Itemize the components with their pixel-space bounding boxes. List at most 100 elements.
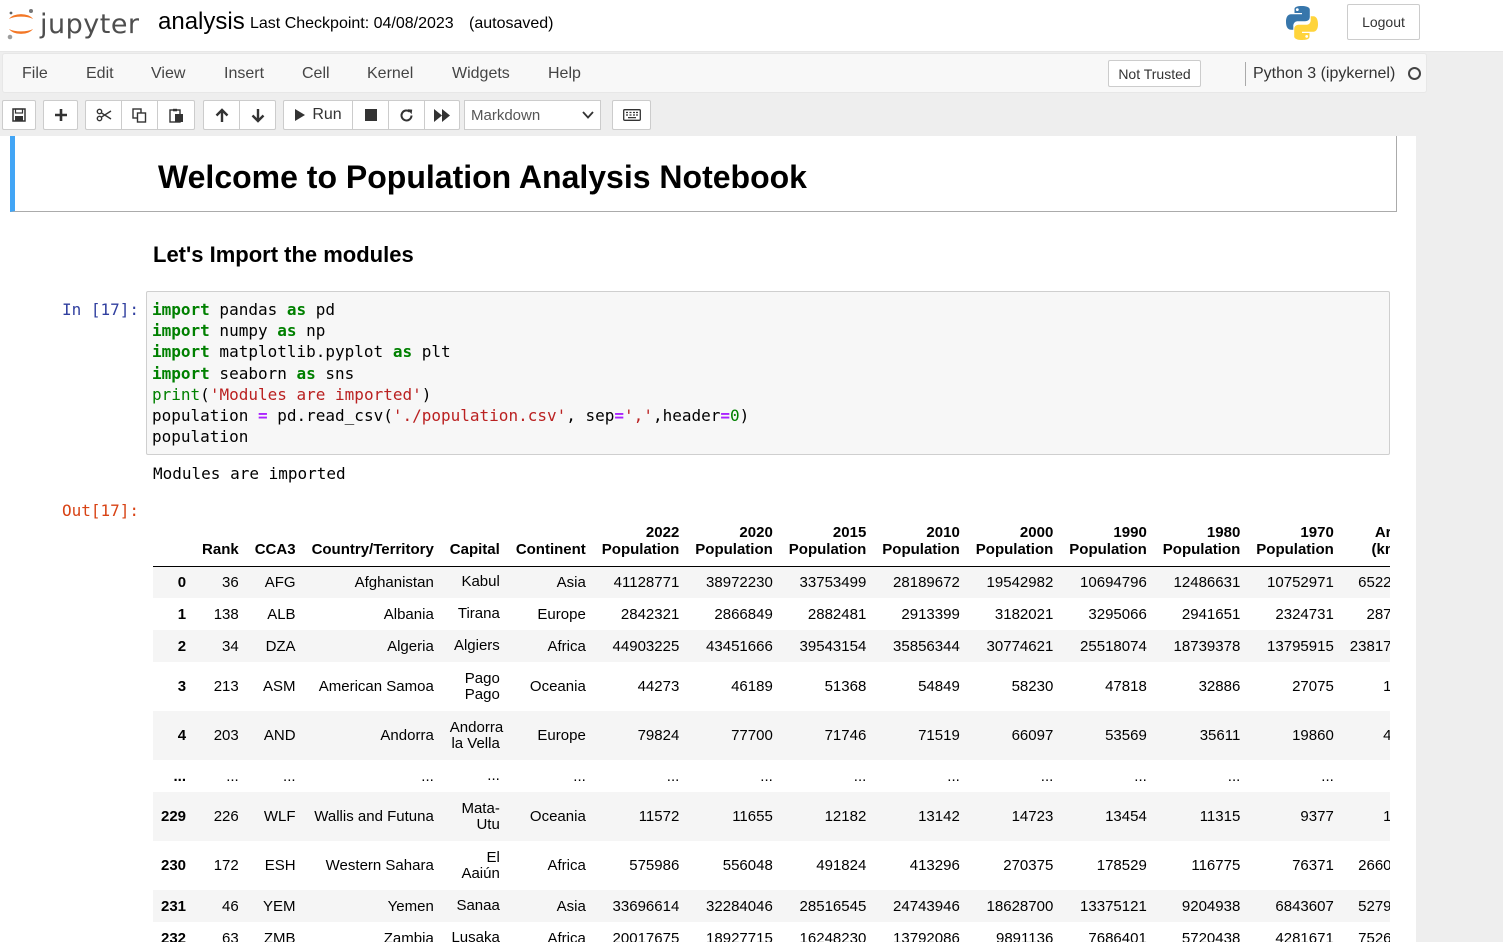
row-index: 230 [161, 857, 187, 874]
menu-file[interactable]: File [22, 65, 48, 83]
run-cell-button[interactable]: Run [283, 100, 353, 130]
table-cell: AND [263, 727, 296, 744]
table-cell: Zambia [383, 929, 434, 942]
menu-view[interactable]: View [151, 65, 185, 83]
table-cell: 18628700 [986, 897, 1054, 915]
column-header-text: Rank [202, 540, 239, 558]
column-header: 1990 Population [1061, 506, 1155, 566]
copy-cell-button[interactable] [121, 100, 158, 130]
paste-cell-button[interactable] [157, 100, 195, 130]
table-cell: 46 [222, 897, 239, 915]
table-cell: 20017675 [612, 929, 680, 942]
column-header: CCA3 [247, 506, 304, 566]
table-cell: 199 [1383, 678, 1390, 695]
table-cell: ... [1040, 767, 1054, 785]
row-index: 232 [161, 929, 187, 942]
copy-icon [132, 107, 147, 123]
menu-insert[interactable]: Insert [224, 65, 264, 83]
menu-cell[interactable]: Cell [302, 65, 330, 83]
jupyter-logo[interactable]: jupyter [6, 6, 140, 42]
menu-edit[interactable]: Edit [86, 65, 114, 83]
logout-button[interactable]: Logout [1347, 4, 1420, 40]
table-cell: 413296 [909, 857, 960, 874]
table-cell: Tirana [457, 605, 500, 622]
table-cell: 527968 [1358, 897, 1390, 915]
table-cell: ... [1134, 767, 1147, 785]
insert-cell-button[interactable] [43, 100, 78, 130]
table-cell: 575986 [629, 857, 680, 874]
table-cell: 11315 [1199, 808, 1241, 825]
cell-type-select[interactable]: Markdown [464, 100, 601, 130]
markdown-cell-selected[interactable]: Welcome to Population Analysis Notebook [10, 136, 1397, 212]
table-cell: ... [283, 767, 296, 785]
kernel-name[interactable]: Python 3 (ipykernel) [1253, 65, 1395, 83]
table-row: 4 203 AND Andorra Andorra la Vella Europe 7982… [153, 711, 1390, 760]
table-cell: 2842321 [620, 605, 680, 623]
table-cell: Algiers [453, 637, 500, 654]
kernel-idle-indicator-icon [1408, 67, 1421, 80]
paste-icon [168, 108, 183, 123]
table-cell: Africa [547, 929, 586, 942]
dataframe-output[interactable]: Rank CCA3 Country/Territory Capital Continen… [153, 506, 1390, 942]
interrupt-kernel-button[interactable] [352, 100, 389, 130]
notebook-container: Welcome to Population Analysis Notebook … [0, 136, 1416, 942]
table-cell: 63 [222, 929, 239, 942]
table-cell: Andorra la Vella [449, 718, 504, 752]
stop-icon [364, 109, 377, 121]
restart-icon [400, 108, 413, 121]
table-cell: DZA [265, 637, 296, 655]
table-cell: Oceania [529, 678, 586, 695]
table-cell: 178529 [1096, 857, 1147, 874]
menu-help[interactable]: Help [548, 65, 581, 83]
column-header: 1980 Population [1155, 506, 1249, 566]
table-row: 229 226 WLF Wallis and Futuna Mata-Utu Oceani… [153, 792, 1390, 841]
cut-cell-button[interactable] [85, 100, 122, 130]
dataframe-table: Rank CCA3 Country/Territory Capital Continen… [153, 506, 1390, 942]
table-cell: ... [760, 767, 773, 785]
stdout-output: Modules are imported [153, 464, 346, 483]
column-header-text: Area [1374, 523, 1390, 541]
table-cell: Afghanistan [354, 573, 434, 591]
trust-button[interactable]: Not Trusted [1108, 60, 1201, 87]
row-index: 229 [161, 808, 187, 825]
table-row: ........................................… [153, 760, 1390, 792]
table-cell: 556048 [722, 857, 773, 874]
column-header-text: 2015 [832, 523, 867, 541]
menu-widgets[interactable]: Widgets [452, 65, 510, 83]
column-header-text: 2020 [739, 523, 773, 541]
table-cell: Mata-Utu [461, 799, 500, 833]
table-cell: 19542982 [986, 573, 1054, 591]
save-button[interactable] [2, 100, 36, 130]
table-cell: WLF [263, 808, 296, 825]
table-cell: 32284046 [706, 897, 773, 915]
column-header-text: Population [1069, 540, 1147, 558]
code-editor[interactable]: import pandas as pd import numpy as np i… [146, 291, 1390, 455]
table-cell: 4281671 [1275, 929, 1334, 942]
notebook-toolbar: Run Markdown [0, 95, 1503, 135]
restart-kernel-button[interactable] [388, 100, 425, 130]
cell-type-value: Markdown [471, 106, 541, 124]
table-row: 231 46 YEM Yemen Sanaa Asia 33696614 32284046 28… [153, 890, 1390, 922]
table-cell: 226 [213, 808, 239, 825]
move-cell-up-button[interactable] [203, 100, 240, 130]
table-cell: 12486631 [1173, 573, 1241, 591]
column-header [153, 506, 194, 566]
row-index: 2 [177, 637, 187, 655]
table-cell: 35856344 [893, 637, 960, 655]
python-logo-icon [1286, 6, 1318, 40]
table-cell: 3295066 [1088, 605, 1147, 623]
command-palette-button[interactable] [612, 100, 651, 130]
table-row: 230 172 ESH Western Sahara El Aaiún Africa 575… [153, 841, 1390, 890]
column-header-text: Capital [449, 540, 500, 558]
column-header: Area(km²) [1342, 506, 1390, 566]
table-cell: 2381741 [1349, 637, 1390, 655]
column-header-text: Population [1256, 540, 1334, 558]
table-cell: 43451666 [706, 637, 773, 655]
import-section-heading[interactable]: Let's Import the modules [153, 242, 414, 268]
move-cell-down-button[interactable] [239, 100, 276, 130]
restart-run-all-button[interactable] [424, 100, 460, 130]
autosave-status: (autosaved) [469, 15, 554, 32]
menu-kernel[interactable]: Kernel [367, 65, 413, 83]
notebook-name[interactable]: analysis [158, 8, 245, 36]
table-cell: 19860 [1292, 727, 1334, 744]
